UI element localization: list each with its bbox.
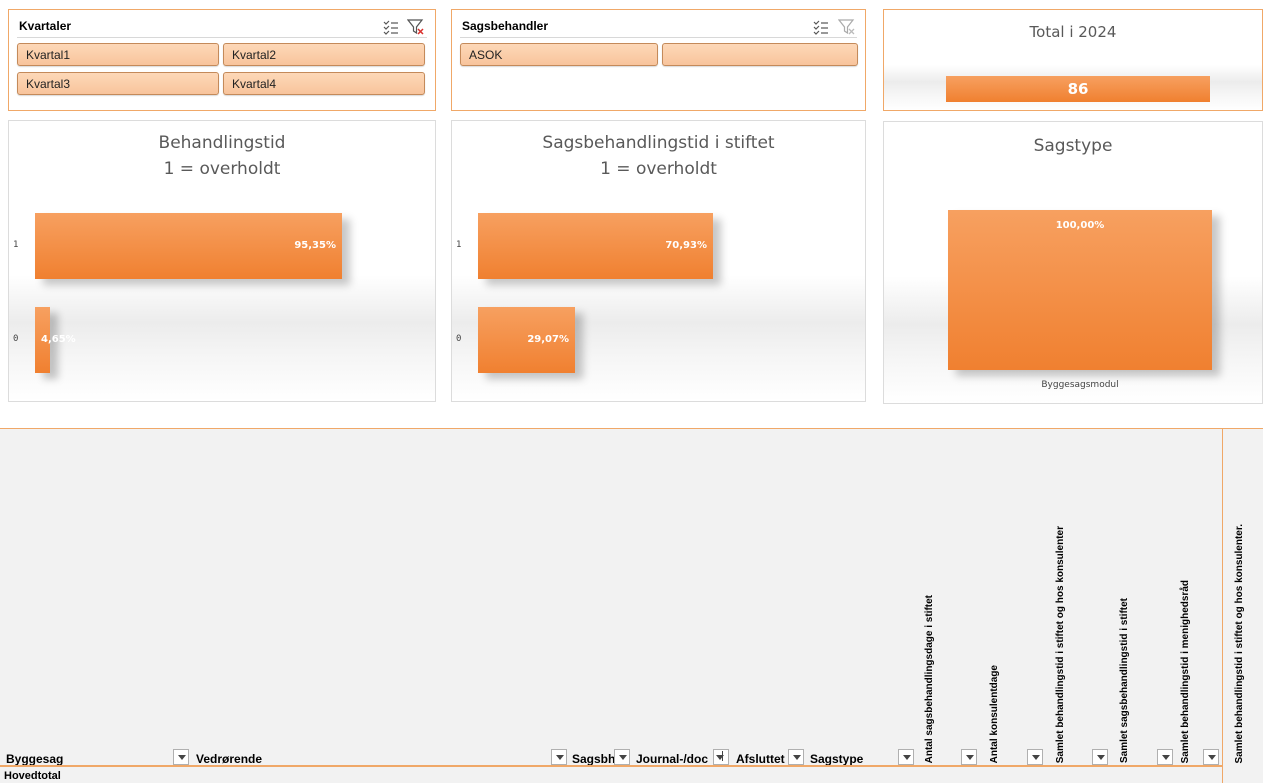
chart-stiftet: Sagsbehandlingstid i stiftet 1 = overhol… <box>451 120 866 402</box>
slicer-sagsbehandler: Sagsbehandler ASOK <box>451 9 866 111</box>
filter-dropdown-col11[interactable] <box>1203 749 1219 765</box>
vertical-header-1: Antal sagsbehandlingsdage i stiftet <box>924 594 935 763</box>
filter-dropdown-vedrorende[interactable] <box>551 749 567 765</box>
slicer-item-asok[interactable]: ASOK <box>460 43 658 66</box>
total-value: 86 <box>946 76 1210 102</box>
chart-plot-area: 1 70,93% 0 29,07% <box>452 121 867 403</box>
slicer-item-blank[interactable] <box>662 43 858 66</box>
slicer-item-kvartal4[interactable]: Kvartal4 <box>223 72 425 95</box>
axis-tick-label: 1 <box>13 240 19 250</box>
slicer-item-kvartal1[interactable]: Kvartal1 <box>17 43 219 66</box>
vertical-header-6: Samlet behandlingstid i stiftet og hos k… <box>1234 523 1245 763</box>
axis-tick-label: 0 <box>456 334 462 344</box>
chart-sagstype: Sagstype 100,00% Byggesagsmodul <box>883 121 1263 404</box>
slicer-header: Kvartaler <box>17 16 427 38</box>
clipped-header-fragment <box>1252 430 1263 783</box>
axis-tick-label: 0 <box>13 334 19 344</box>
pivot-table <box>0 428 1263 783</box>
filter-dropdown-sagstype[interactable] <box>898 749 914 765</box>
vertical-header-3: Samlet behandlingstid i stiftet og hos k… <box>1055 525 1066 763</box>
data-label: 95,35% <box>294 240 336 251</box>
clear-filter-icon[interactable] <box>407 18 425 36</box>
chart-behandlingstid: Behandlingstid 1 = overholdt 1 95,35% 0 4,6… <box>8 120 436 402</box>
slicer-header: Sagsbehandler <box>460 16 857 38</box>
total-title: Total i 2024 <box>1029 23 1117 41</box>
column-header-vedrorende: Vedrørende <box>196 752 263 766</box>
vertical-header-5: Samlet behandlingstid i menighedsråd <box>1180 579 1191 763</box>
chart-plot-area: 100,00% Byggesagsmodul <box>884 122 1263 405</box>
axis-tick-label: 1 <box>456 240 462 250</box>
slicer-title: Kvartaler <box>19 19 72 33</box>
filter-active-journal-icon[interactable] <box>713 749 729 765</box>
multi-select-icon[interactable] <box>812 18 830 36</box>
column-header-sagsbh: Sagsbh <box>572 752 616 766</box>
slicer-kvartaler: Kvartaler Kvartal1 Kvartal2 Kvartal3 Kva… <box>8 9 436 111</box>
data-label: 29,07% <box>527 334 569 345</box>
column-divider <box>1222 428 1223 783</box>
data-label: 4,65% <box>41 334 76 345</box>
grand-total-label: Hovedtotal <box>4 770 61 782</box>
total-card: Total i 2024 86 <box>883 9 1263 111</box>
column-header-sagstype: Sagstype <box>810 752 864 766</box>
slicer-item-kvartal3[interactable]: Kvartal3 <box>17 72 219 95</box>
slicer-title: Sagsbehandler <box>462 19 549 33</box>
multi-select-icon[interactable] <box>382 18 400 36</box>
vertical-header-2: Antal konsulentdage <box>989 664 1000 763</box>
category-label: Byggesagsmodul <box>1041 380 1119 390</box>
chart-bar[interactable] <box>948 210 1212 370</box>
vertical-header-4: Samlet sagsbehandlingstid i stiftet <box>1119 597 1130 763</box>
column-header-journal: Journal-/doc <box>636 752 709 766</box>
data-label: 70,93% <box>665 240 707 251</box>
filter-dropdown-col7[interactable] <box>961 749 977 765</box>
header-underline <box>0 765 1222 767</box>
filter-dropdown-col8[interactable] <box>1027 749 1043 765</box>
clear-filter-icon[interactable] <box>838 18 856 36</box>
column-header-afsluttet: Afsluttet <box>736 752 785 766</box>
filter-dropdown-sagsbh[interactable] <box>614 749 630 765</box>
filter-dropdown-afsluttet[interactable] <box>788 749 804 765</box>
data-label: 100,00% <box>1055 220 1105 231</box>
filter-dropdown-byggesag[interactable] <box>173 749 189 765</box>
slicer-item-kvartal2[interactable]: Kvartal2 <box>223 43 425 66</box>
column-header-byggesag: Byggesag <box>6 752 64 766</box>
filter-dropdown-col9[interactable] <box>1092 749 1108 765</box>
chart-plot-area: 1 95,35% 0 4,65% <box>9 121 437 403</box>
filter-dropdown-col10[interactable] <box>1157 749 1173 765</box>
